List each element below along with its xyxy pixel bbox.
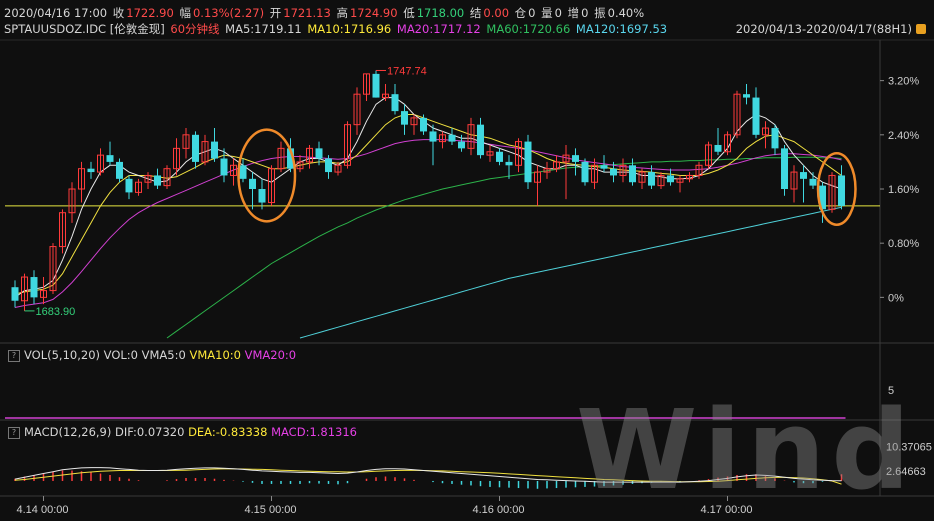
highlight-marks: 1747.74 1683.90 bbox=[24, 65, 857, 318]
grid-lines bbox=[0, 39, 934, 497]
candle-body-down bbox=[87, 168, 95, 173]
candle-body-down bbox=[211, 141, 218, 159]
candle-body-down bbox=[771, 128, 779, 149]
candle-body-down bbox=[239, 165, 247, 179]
candle-body-down bbox=[249, 178, 256, 189]
candle-body-down bbox=[477, 124, 484, 156]
x-tick-label: 4.17 00:00 bbox=[701, 504, 753, 516]
candle-body-down bbox=[325, 158, 332, 173]
volume-axis-label: 5 bbox=[888, 385, 894, 397]
y-tick-label: 0.80% bbox=[888, 238, 919, 250]
candle-body-down bbox=[125, 178, 133, 193]
candle-body-down bbox=[429, 131, 437, 142]
candle-body-down bbox=[496, 151, 503, 162]
candle-body-down bbox=[809, 178, 817, 186]
ma5-line bbox=[14, 97, 842, 298]
candle-body-down bbox=[781, 148, 788, 189]
candle-body-down bbox=[372, 73, 380, 98]
candle-body-down bbox=[192, 134, 199, 162]
candle-body-down bbox=[30, 277, 38, 298]
y-tick-label: 2.40% bbox=[888, 130, 919, 142]
highlight-ellipse-peak bbox=[237, 128, 297, 223]
candle-body-down bbox=[220, 158, 228, 176]
low-annotation: 1683.90 bbox=[36, 306, 76, 318]
candle-body-down bbox=[610, 168, 617, 176]
candle-body-down bbox=[524, 141, 532, 183]
y-tick-label: 1.60% bbox=[888, 184, 919, 196]
candlestick-series bbox=[11, 70, 845, 311]
candle-body-down bbox=[667, 175, 674, 183]
x-tick-label: 4.14 00:00 bbox=[17, 504, 69, 516]
y-tick-label: 3.20% bbox=[888, 76, 919, 88]
candle-body-down bbox=[505, 161, 513, 166]
chart-canvas[interactable]: 3.20% 2.40% 1.60% 0.80% 0% 5 10.37065 2.64663 4.… bbox=[0, 0, 934, 521]
candle-body-down bbox=[154, 175, 161, 186]
candle-body-down bbox=[572, 155, 579, 162]
candle-body-down bbox=[258, 189, 266, 203]
candle-body-down bbox=[106, 155, 114, 162]
candle-body-down bbox=[648, 172, 655, 186]
candle-body-down bbox=[581, 161, 589, 183]
candle-body-down bbox=[401, 111, 408, 125]
candle-body-down bbox=[116, 161, 123, 179]
candle-body-down bbox=[315, 148, 323, 159]
candle-body-down bbox=[838, 175, 845, 206]
macd-axis-top: 10.37065 bbox=[886, 441, 932, 453]
candle-body-down bbox=[420, 117, 427, 132]
x-tick-label: 4.16 00:00 bbox=[473, 504, 525, 516]
candle-body-down bbox=[11, 287, 19, 301]
macd-axis-mid: 2.64663 bbox=[886, 466, 926, 478]
x-tick-label: 4.15 00:00 bbox=[245, 504, 297, 516]
dif-line bbox=[14, 467, 842, 483]
candle-body-down bbox=[448, 134, 456, 142]
candle-body-down bbox=[743, 94, 750, 98]
candle-body-down bbox=[391, 94, 399, 112]
high-annotation: 1747.74 bbox=[387, 65, 427, 77]
sub-panels bbox=[5, 417, 846, 489]
ma20-line bbox=[14, 139, 842, 308]
candle-body-down bbox=[600, 165, 608, 169]
candle-body-down bbox=[752, 97, 760, 135]
candle-body-down bbox=[714, 144, 722, 152]
y-tick-label: 0% bbox=[888, 292, 904, 304]
candle-body-down bbox=[800, 172, 807, 179]
ma120-line bbox=[299, 206, 842, 339]
candle-body-down bbox=[458, 141, 465, 149]
candle-body-down bbox=[629, 165, 636, 183]
